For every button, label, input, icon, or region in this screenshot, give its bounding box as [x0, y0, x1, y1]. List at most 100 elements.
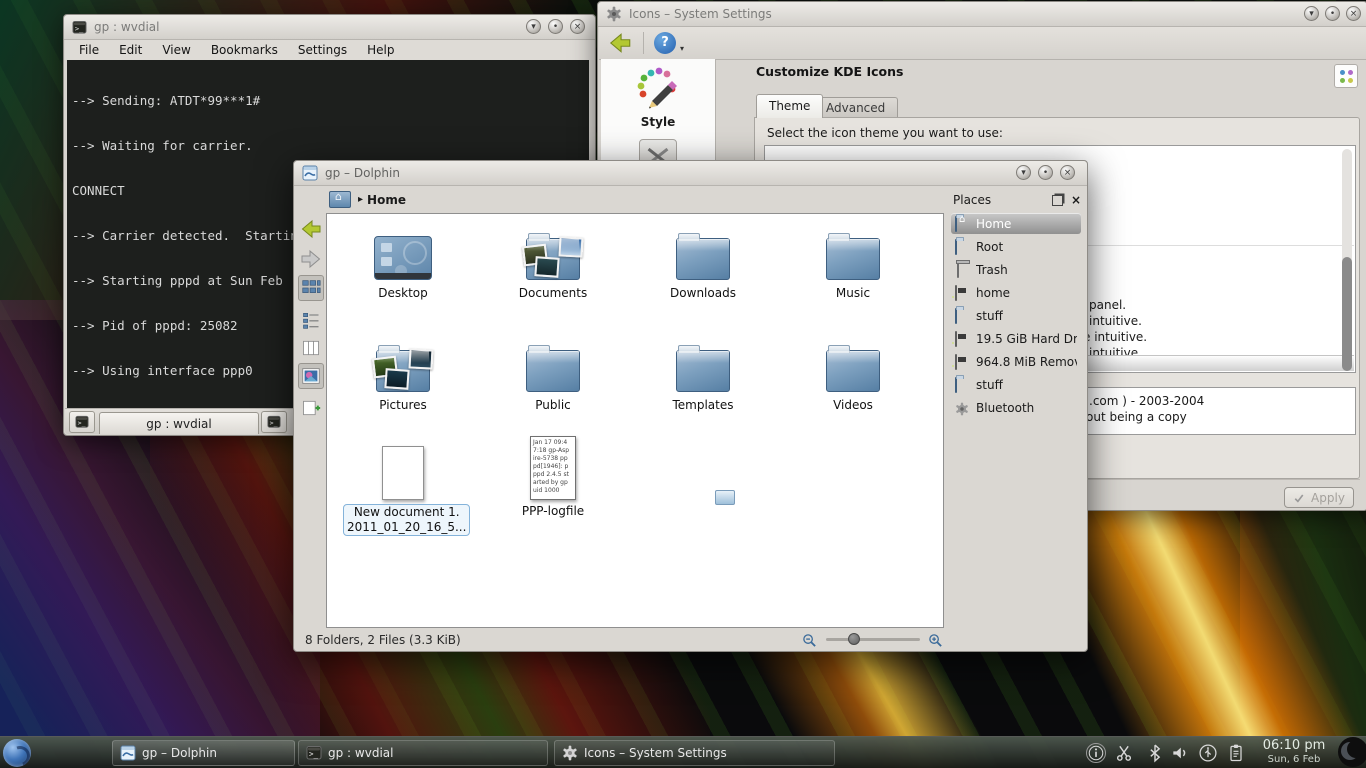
klipper-scissors-icon[interactable] — [1114, 743, 1134, 763]
theme-description-fragment: intuitive. — [1089, 314, 1142, 328]
zoom-slider[interactable] — [826, 638, 920, 641]
places-item-bluetooth[interactable]: Bluetooth — [951, 397, 1081, 418]
konsole-titlebar[interactable]: gp : wvdial — [64, 15, 595, 40]
breadcrumb-home-icon[interactable] — [329, 191, 351, 208]
places-item-stuff2[interactable]: stuff — [951, 374, 1081, 395]
terminal-line: --> Sending: ATDT*99***1# — [72, 93, 589, 108]
minimize-button[interactable]: ▾ — [526, 19, 541, 34]
maximize-button[interactable]: • — [1325, 6, 1340, 21]
list-scrollbar[interactable] — [1342, 149, 1352, 369]
settings-toolbar: ? ▾ — [599, 27, 1366, 60]
places-item-root[interactable]: Root — [951, 236, 1081, 257]
file-item-label-selected: New document 1. 2011_01_20_16_5... — [343, 504, 470, 536]
minimize-button[interactable]: ▾ — [1304, 6, 1319, 21]
menu-settings[interactable]: Settings — [298, 43, 347, 57]
dolphin-titlebar[interactable]: gp – Dolphin — [294, 161, 1087, 186]
stray-thumbnail-icon — [715, 490, 735, 505]
breadcrumb-home[interactable]: Home — [367, 193, 406, 207]
places-item-trash[interactable]: Trash — [951, 259, 1081, 280]
tab-theme[interactable]: Theme — [756, 94, 823, 118]
places-item-home-partition[interactable]: home — [951, 282, 1081, 303]
terminal-tab[interactable]: gp : wvdial — [99, 412, 259, 434]
bluetooth-icon[interactable] — [1145, 743, 1165, 763]
maximize-button[interactable]: • — [1038, 165, 1053, 180]
file-item-label: Music — [793, 286, 913, 301]
icons-view-button[interactable] — [298, 275, 324, 301]
places-item-stuff[interactable]: stuff — [951, 305, 1081, 326]
file-item-label: PPP-logfile — [493, 504, 613, 519]
places-item-home[interactable]: Home — [951, 213, 1081, 234]
panel-cashew-icon[interactable] — [1338, 737, 1366, 767]
settings-titlebar[interactable]: Icons – System Settings — [598, 2, 1366, 27]
drive-icon — [955, 331, 957, 347]
sidebar-item-style[interactable]: Style — [601, 115, 715, 129]
file-item-label: Downloads — [643, 286, 763, 301]
zoom-out-icon[interactable] — [802, 633, 817, 648]
digital-clock[interactable]: 06:10 pm Sun, 6 Feb — [1251, 739, 1337, 767]
places-item-hard-drive[interactable]: 19.5 GiB Hard Drive — [951, 328, 1081, 349]
terminal-icon — [75, 415, 89, 429]
usb-device-icon[interactable] — [1198, 743, 1218, 763]
split-view-icon — [301, 398, 321, 418]
detach-panel-icon[interactable] — [1052, 195, 1063, 206]
dolphin-window-title: gp – Dolphin — [325, 166, 400, 180]
taskbar-task-dolphin[interactable]: gp – Dolphin — [112, 740, 295, 766]
back-arrow-icon[interactable] — [607, 30, 633, 56]
folder-icon — [676, 350, 730, 392]
zoom-slider-handle[interactable] — [848, 633, 860, 645]
konsole-app-icon — [72, 20, 87, 35]
apply-button[interactable]: Apply — [1284, 487, 1354, 508]
file-item-music[interactable]: Music — [793, 222, 913, 301]
menu-bookmarks[interactable]: Bookmarks — [211, 43, 278, 57]
menu-file[interactable]: File — [79, 43, 99, 57]
file-item-public[interactable]: Public — [493, 334, 613, 413]
style-icon[interactable] — [634, 65, 682, 113]
split-view-button[interactable] — [298, 395, 324, 421]
settings-window-title: Icons – System Settings — [629, 7, 772, 21]
menu-view[interactable]: View — [162, 43, 190, 57]
forward-button[interactable] — [298, 246, 324, 272]
info-tray-icon[interactable] — [1086, 743, 1106, 763]
check-icon — [1293, 492, 1305, 504]
konsole-window-title: gp : wvdial — [94, 20, 159, 34]
file-item-new-document[interactable]: New document 1. 2011_01_20_16_5... — [343, 436, 463, 536]
preview-button[interactable] — [298, 363, 324, 389]
taskbar-task-systemsettings[interactable]: Icons – System Settings — [554, 740, 835, 766]
clipboard-icon[interactable] — [1226, 743, 1246, 763]
dolphin-app-icon — [120, 745, 136, 761]
menu-edit[interactable]: Edit — [119, 43, 142, 57]
back-button[interactable] — [298, 216, 324, 242]
menu-help[interactable]: Help — [367, 43, 394, 57]
minimize-button[interactable]: ▾ — [1016, 165, 1031, 180]
zoom-in-icon[interactable] — [928, 633, 943, 648]
app-launcher-button[interactable] — [3, 739, 31, 767]
help-icon[interactable]: ? — [654, 32, 676, 54]
columns-view-button[interactable] — [298, 335, 324, 361]
close-button[interactable]: × — [1346, 6, 1361, 21]
file-item-label: Documents — [493, 286, 613, 301]
volume-icon[interactable] — [1170, 743, 1190, 763]
blank-document-icon — [382, 446, 424, 500]
close-button[interactable]: × — [1060, 165, 1075, 180]
columns-view-icon — [301, 338, 321, 358]
file-item-templates[interactable]: Templates — [643, 334, 763, 413]
scrollbar-thumb[interactable] — [1342, 257, 1352, 371]
file-item-documents[interactable]: Documents — [493, 222, 613, 301]
details-view-button[interactable] — [298, 307, 324, 333]
file-item-pictures[interactable]: Pictures — [343, 334, 463, 413]
taskbar-task-konsole[interactable]: gp : wvdial — [298, 740, 548, 766]
file-item-desktop[interactable]: Desktop — [343, 222, 463, 301]
maximize-button[interactable]: • — [548, 19, 563, 34]
new-tab-button[interactable] — [69, 411, 95, 433]
file-item-downloads[interactable]: Downloads — [643, 222, 763, 301]
file-item-ppp-logfile[interactable]: Jan 17 09:4 7:18 gp-Asp ire-5738 pp pd[1… — [493, 436, 613, 519]
icon-view-mode-button[interactable] — [1334, 64, 1358, 88]
file-item-videos[interactable]: Videos — [793, 334, 913, 413]
tab-advanced[interactable]: Advanced — [813, 97, 898, 118]
folder-icon — [955, 377, 957, 393]
close-button[interactable]: × — [570, 19, 585, 34]
tab-list-button[interactable] — [261, 411, 287, 433]
close-panel-icon[interactable]: × — [1071, 193, 1081, 207]
dolphin-folder-view[interactable]: Desktop Documents Downloads Music Pictur… — [326, 213, 944, 628]
places-item-removable[interactable]: 964.8 MiB Remov... — [951, 351, 1081, 372]
